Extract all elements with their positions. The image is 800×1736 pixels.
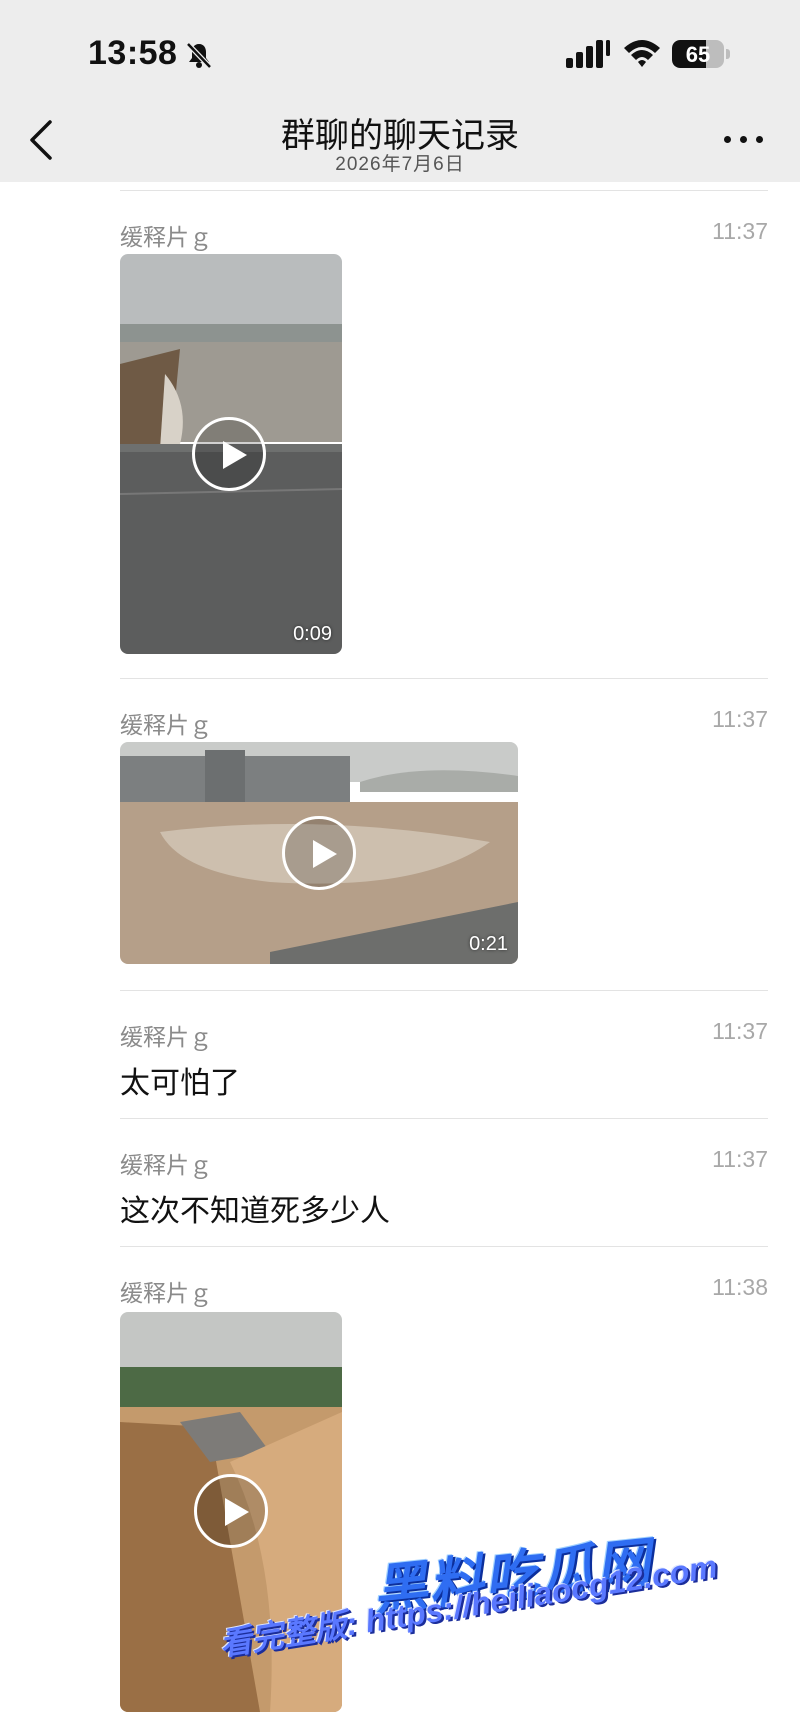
bell-muted-icon [186, 42, 212, 69]
message-time: 11:37 [712, 218, 768, 244]
message-divider [120, 1246, 768, 1247]
message-sender: 缓释片ｇ [120, 1152, 212, 1178]
message-divider [120, 678, 768, 679]
message-sender: 缓释片ｇ [120, 1024, 212, 1050]
video-thumbnail[interactable]: 0:09 [120, 254, 342, 654]
message-time: 11:38 [712, 1274, 768, 1300]
status-bar: 13:58 65 [0, 0, 800, 100]
play-icon[interactable] [282, 816, 356, 890]
message-sender: 缓释片ｇ [120, 712, 212, 738]
play-icon[interactable] [192, 417, 266, 491]
battery-tip [726, 49, 730, 59]
message-text: 这次不知道死多少人 [120, 1195, 390, 1228]
video-thumbnail[interactable]: 0:21 [120, 742, 518, 964]
more-options-icon[interactable] [722, 124, 766, 154]
battery-body: 65 [672, 40, 724, 68]
battery-icon: 65 [672, 40, 730, 68]
page-date: 2026年7月6日 [335, 154, 465, 175]
message-time: 11:37 [712, 1146, 768, 1172]
video-duration: 0:09 [293, 623, 332, 645]
message-sender: 缓释片ｇ [120, 224, 212, 250]
video-duration: 0:21 [469, 933, 508, 955]
message-divider [120, 1118, 768, 1119]
wifi-icon [624, 40, 660, 67]
play-icon[interactable] [194, 1474, 268, 1548]
top-bar: 13:58 65 群聊的聊天记录 2026年7月6日 [0, 0, 800, 182]
status-time: 13:58 [88, 34, 178, 72]
battery-percent: 65 [685, 42, 711, 67]
message-divider [120, 990, 768, 991]
cellular-signal-icon [566, 40, 610, 68]
message-divider [120, 190, 768, 191]
message-time: 11:37 [712, 706, 768, 732]
message-sender: 缓释片ｇ [120, 1280, 212, 1306]
message-text: 太可怕了 [120, 1067, 240, 1100]
message-time: 11:37 [712, 1018, 768, 1044]
